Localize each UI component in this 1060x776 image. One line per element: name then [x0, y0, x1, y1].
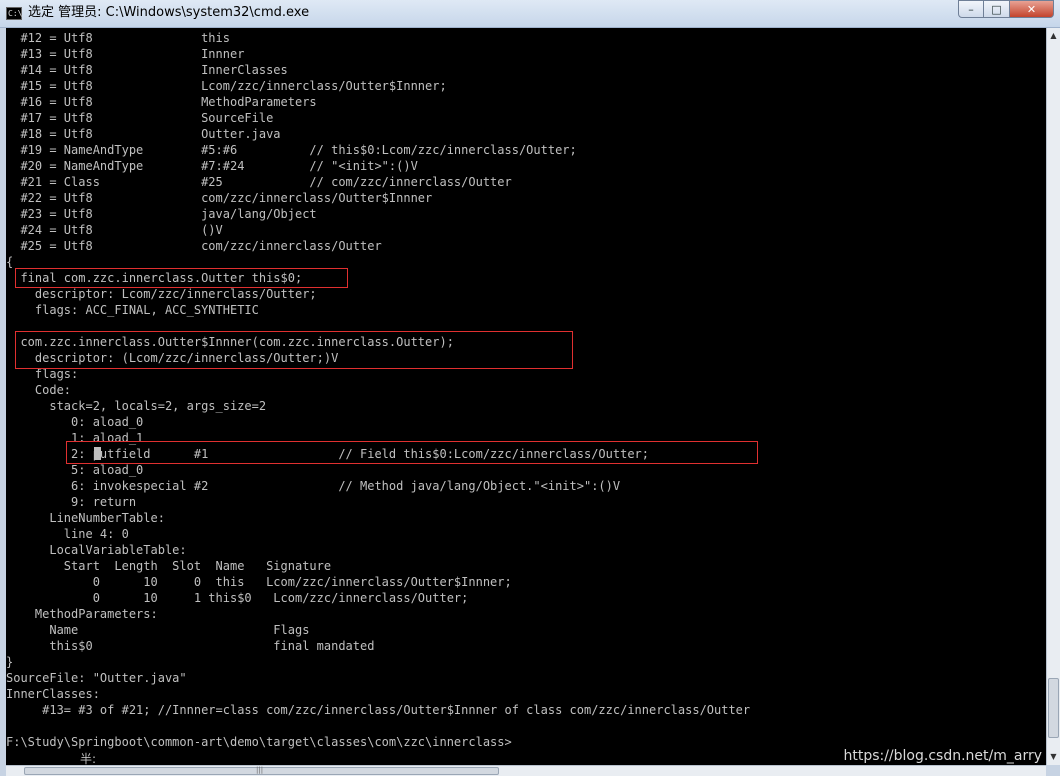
- scroll-grip-icon: |||: [256, 766, 264, 774]
- scroll-down-icon[interactable]: ▼: [1047, 749, 1060, 765]
- console-line: MethodParameters:: [6, 607, 158, 621]
- maximize-button[interactable]: □: [984, 0, 1010, 18]
- console-line: InnerClasses:: [6, 687, 100, 701]
- console-line: 6: invokespecial #2 // Method java/lang/…: [6, 479, 621, 493]
- minimize-button[interactable]: –: [958, 0, 984, 18]
- close-button[interactable]: ✕: [1010, 0, 1054, 18]
- console-line: #16 = Utf8 MethodParameters: [6, 95, 317, 109]
- console-output[interactable]: F:\Study\Springboot\common-art\demo\targ…: [6, 28, 1046, 765]
- console-line: line 4: 0: [6, 527, 129, 541]
- console-line: stack=2, locals=2, args_size=2: [6, 399, 267, 413]
- window-title: 选定 管理员: C:\Windows\system32\cmd.exe: [28, 5, 310, 20]
- horizontal-scrollbar[interactable]: |||: [6, 765, 1046, 776]
- watermark: https://blog.csdn.net/m_arry: [843, 748, 1042, 764]
- vertical-scroll-thumb[interactable]: [1048, 678, 1059, 738]
- text-cursor: [94, 447, 101, 460]
- console-line: #14 = Utf8 InnerClasses: [6, 63, 288, 77]
- highlight-box-putfield: [66, 441, 758, 464]
- console-line: #20 = NameAndType #7:#24 // "<init>":()V: [6, 159, 418, 173]
- console-line: LocalVariableTable:: [6, 543, 187, 557]
- scroll-up-icon[interactable]: ▲: [1047, 28, 1060, 44]
- console-line: #15 = Utf8 Lcom/zzc/innerclass/Outter$In…: [6, 79, 447, 93]
- console-line: #23 = Utf8 java/lang/Object: [6, 207, 317, 221]
- console-line: #13= #3 of #21; //Innner=class com/zzc/i…: [6, 703, 751, 717]
- highlight-box-this0-field: [15, 268, 348, 288]
- console-line: #13 = Utf8 Innner: [6, 47, 245, 61]
- console-line: #19 = NameAndType #5:#6 // this$0:Lcom/z…: [6, 143, 577, 157]
- console-line: Start Length Slot Name Signature: [6, 559, 332, 573]
- console-line: #22 = Utf8 com/zzc/innerclass/Outter$Inn…: [6, 191, 433, 205]
- console-line: 0 10 0 this Lcom/zzc/innerclass/Outter$I…: [6, 575, 512, 589]
- console-line: descriptor: Lcom/zzc/innerclass/Outter;: [6, 287, 317, 301]
- console-line: 5: aload_0: [6, 463, 144, 477]
- console-line: #24 = Utf8 ()V: [6, 223, 223, 237]
- console-line: #25 = Utf8 com/zzc/innerclass/Outter: [6, 239, 382, 253]
- console-line: #21 = Class #25 // com/zzc/innerclass/Ou…: [6, 175, 512, 189]
- console-line: flags: ACC_FINAL, ACC_SYNTHETIC: [6, 303, 259, 317]
- console-line: F:\Study\Springboot\common-art\demo\targ…: [6, 735, 512, 749]
- vertical-scrollbar[interactable]: ▲ ▼: [1046, 28, 1060, 765]
- console-line: 0: aload_0: [6, 415, 144, 429]
- cmd-icon[interactable]: C:\: [6, 7, 22, 20]
- console-line: Name Flags: [6, 623, 310, 637]
- console-line: }: [6, 655, 14, 669]
- console-line: #17 = Utf8 SourceFile: [6, 111, 274, 125]
- window-controls: – □ ✕: [958, 0, 1054, 20]
- console-line: Code:: [6, 383, 72, 397]
- console-line: #18 = Utf8 Outter.java: [6, 127, 281, 141]
- console-line: #12 = Utf8 this: [6, 31, 230, 45]
- title-bar[interactable]: C:\ 选定 管理员: C:\Windows\system32\cmd.exe …: [0, 0, 1060, 28]
- console-line: 9: return: [6, 495, 137, 509]
- console-line: SourceFile: "Outter.java": [6, 671, 187, 685]
- console-line: LineNumberTable:: [6, 511, 165, 525]
- ime-indicator: 半:: [80, 752, 97, 765]
- console-line: {: [6, 255, 14, 269]
- console-line: this$0 final mandated: [6, 639, 375, 653]
- highlight-box-constructor: [15, 331, 573, 369]
- console-line: 0 10 1 this$0 Lcom/zzc/innerclass/Outter…: [6, 591, 469, 605]
